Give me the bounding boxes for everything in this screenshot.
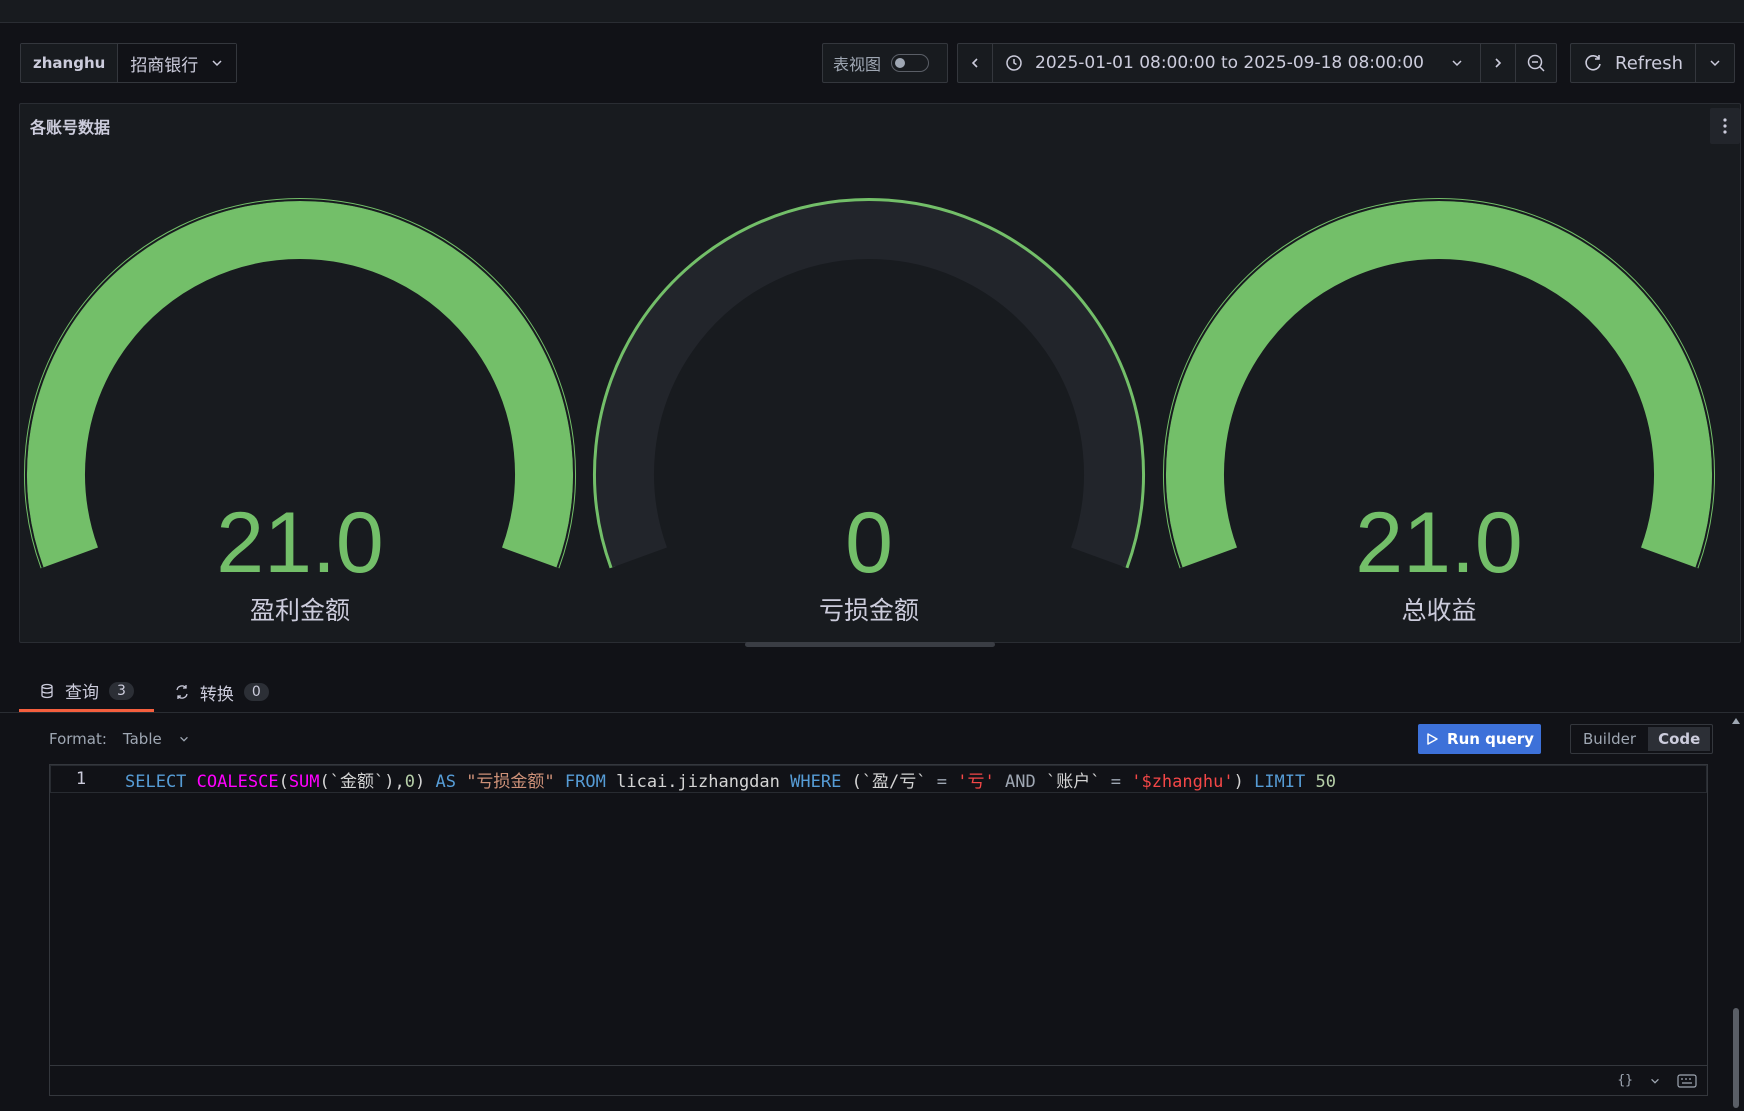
gauge-value: 21.0 xyxy=(216,495,384,591)
transform-icon xyxy=(176,685,188,699)
line-number: 1 xyxy=(75,769,87,789)
gauge-label: 总收益 xyxy=(1401,596,1477,625)
query-tabs: 查询 3 转换 0 xyxy=(19,672,289,712)
scrollbar[interactable] xyxy=(1728,712,1744,1111)
format-select[interactable]: Table xyxy=(123,730,190,748)
tab-divider xyxy=(0,712,1744,713)
gauge-profit: 21.0 盈利金额 xyxy=(20,184,580,644)
format-code-button[interactable]: {} xyxy=(1617,1073,1633,1088)
variable-picker[interactable]: zhanghu 招商银行 xyxy=(20,43,238,83)
gauge-loss: 0 亏损金额 xyxy=(589,184,1149,644)
scroll-up-arrow-icon[interactable] xyxy=(1732,718,1740,724)
code-line[interactable]: 1 SELECT COALESCE(SUM(`金额`),0) AS "亏损金额"… xyxy=(50,765,1707,793)
time-range-picker[interactable]: 2025-01-01 08:00:00 to 2025-09-18 08:00:… xyxy=(957,43,1557,83)
tab-count: 3 xyxy=(109,681,134,700)
chevron-down-icon xyxy=(1452,60,1462,67)
variable-select[interactable]: 招商银行 xyxy=(118,44,237,82)
tab-queries[interactable]: 查询 3 xyxy=(19,672,154,712)
editor-mode-switch: Builder Code xyxy=(1570,724,1714,754)
chevron-down-icon[interactable] xyxy=(1649,1075,1661,1087)
top-bar xyxy=(0,0,1744,23)
editor-footer: {} xyxy=(50,1065,1707,1095)
gauge-total: 21.0 总收益 xyxy=(1159,184,1719,644)
format-value: Table xyxy=(122,730,162,748)
tab-label: 查询 xyxy=(65,683,99,703)
run-query-button[interactable]: Run query xyxy=(1418,724,1541,754)
tab-label: 转换 xyxy=(199,684,234,705)
refresh-icon xyxy=(1585,55,1601,71)
chevron-down-icon xyxy=(179,736,188,742)
variable-label: zhanghu xyxy=(21,44,119,82)
tab-count: 0 xyxy=(243,683,269,701)
format-row: Format: Table xyxy=(49,726,190,752)
time-forward-button[interactable] xyxy=(1481,44,1516,82)
gauge-value: 21.0 xyxy=(1355,495,1523,591)
play-icon xyxy=(1427,733,1438,745)
variable-value: 招商银行 xyxy=(130,55,199,76)
gauge-label: 盈利金额 xyxy=(249,596,350,625)
zoom-out-button[interactable] xyxy=(1516,44,1556,82)
more-vertical-icon xyxy=(1723,118,1727,134)
run-query-label: Run query xyxy=(1447,730,1534,748)
sql-code[interactable]: SELECT COALESCE(SUM(`金额`),0) AS "亏损金额" F… xyxy=(111,767,1336,792)
refresh-interval-dropdown[interactable] xyxy=(1696,44,1734,82)
gauge-value: 0 xyxy=(845,495,893,591)
time-range-text: 2025-01-01 08:00:00 to 2025-09-18 08:00:… xyxy=(1035,53,1424,73)
mode-builder-button[interactable]: Builder xyxy=(1573,727,1646,751)
table-view-toggle[interactable]: 表视图 xyxy=(822,43,948,83)
zoom-out-icon xyxy=(1527,54,1545,72)
panel-title: 各账号数据 xyxy=(30,118,111,137)
mode-code-button[interactable]: Code xyxy=(1648,727,1711,751)
dashboard-panel: 各账号数据 21.0 盈利金额 0 亏损金额 21.0 总收益 xyxy=(19,103,1741,643)
scroll-thumb[interactable] xyxy=(1733,1008,1739,1108)
panel-resize-handle[interactable] xyxy=(745,642,995,647)
refresh-label: Refresh xyxy=(1615,52,1683,74)
time-back-button[interactable] xyxy=(958,44,993,82)
gauge-label: 亏损金额 xyxy=(818,596,919,625)
chevron-down-icon xyxy=(1710,60,1720,67)
database-icon xyxy=(41,683,53,698)
table-view-label: 表视图 xyxy=(833,55,882,74)
chevron-left-icon xyxy=(971,58,978,68)
time-range-button[interactable]: 2025-01-01 08:00:00 to 2025-09-18 08:00:… xyxy=(993,44,1481,82)
refresh-picker[interactable]: Refresh xyxy=(1570,43,1735,83)
tab-transformations[interactable]: 转换 0 xyxy=(154,672,289,712)
refresh-button[interactable]: Refresh xyxy=(1571,44,1696,82)
panel-menu-button[interactable] xyxy=(1710,108,1740,144)
keyboard-icon[interactable] xyxy=(1677,1073,1697,1088)
toggle-switch[interactable] xyxy=(891,54,930,72)
chevron-right-icon xyxy=(1495,58,1502,68)
clock-icon xyxy=(1006,55,1022,71)
code-editor[interactable]: 1 SELECT COALESCE(SUM(`金额`),0) AS "亏损金额"… xyxy=(49,764,1708,1096)
chevron-down-icon xyxy=(212,60,222,67)
format-label: Format: xyxy=(49,730,107,748)
